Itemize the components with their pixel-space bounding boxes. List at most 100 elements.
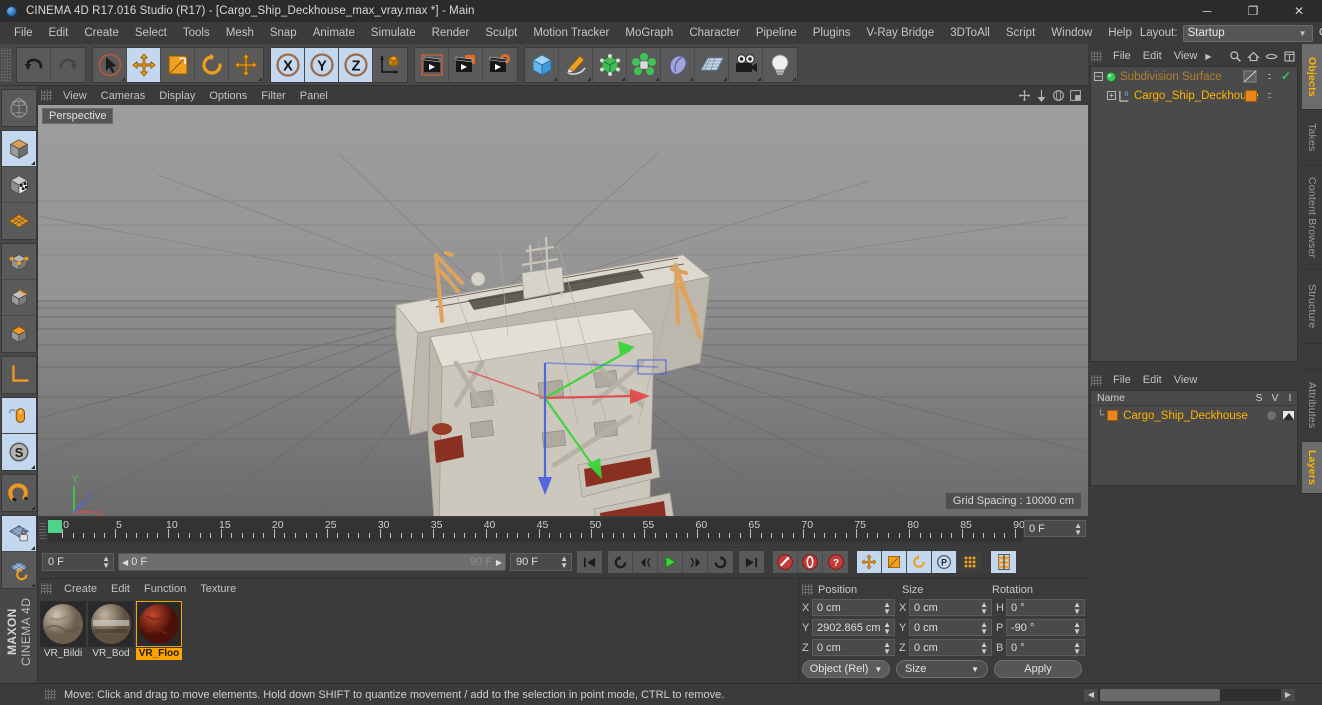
layers-menu-view[interactable]: View <box>1168 373 1204 387</box>
orbit-icon[interactable] <box>1052 89 1065 102</box>
layer-solo-toggle[interactable] <box>1263 411 1279 420</box>
menu-character[interactable]: Character <box>681 25 748 41</box>
play-forward-button[interactable] <box>658 551 683 573</box>
viewport-menu-filter[interactable]: Filter <box>254 89 292 103</box>
scroll-left-button[interactable]: ◀ <box>1084 688 1098 701</box>
light-button[interactable] <box>763 47 797 82</box>
visibility-dots-icon[interactable] <box>1243 70 1257 86</box>
viewport-menu-cameras[interactable]: Cameras <box>94 89 153 103</box>
rotation-p-field[interactable]: -90 ° ▲ ▼ <box>1006 619 1085 636</box>
object-menu-more-icon[interactable]: ▶ <box>1203 51 1217 62</box>
render-picture-viewer-button[interactable] <box>449 47 483 82</box>
maximize-button[interactable]: ❐ <box>1230 0 1276 22</box>
menu-sculpt[interactable]: Sculpt <box>477 25 525 41</box>
cube-primitive-button[interactable] <box>525 47 559 82</box>
end-frame-field[interactable]: 90 F ▲ ▼ <box>510 553 572 571</box>
fit-icon[interactable] <box>1283 50 1296 63</box>
magnet-button[interactable] <box>1 475 36 511</box>
spinner-icon[interactable]: ▲ ▼ <box>980 600 988 615</box>
scale-tool-button[interactable] <box>161 47 195 82</box>
material-manager-grip[interactable] <box>41 583 52 594</box>
menu-render[interactable]: Render <box>424 25 478 41</box>
material-list[interactable]: VR_Bildi VR_Bod VR_Floo <box>38 598 794 682</box>
spinner-icon[interactable]: ▲ ▼ <box>883 600 891 615</box>
point-level-animation-button[interactable] <box>957 551 982 573</box>
material-item[interactable]: VR_Floo <box>136 601 182 679</box>
material-item[interactable]: VR_Bildi <box>40 601 86 679</box>
status-bar-grip[interactable] <box>45 689 56 700</box>
timeline-editor-button[interactable] <box>991 551 1016 573</box>
parameter-key-button[interactable]: P <box>932 551 957 573</box>
layers-menu-edit[interactable]: Edit <box>1137 373 1168 387</box>
material-menu-edit[interactable]: Edit <box>104 582 137 596</box>
object-menu-view[interactable]: View <box>1168 49 1204 63</box>
tab-layers[interactable]: Layers <box>1302 442 1322 494</box>
polygon-component-button[interactable] <box>1 316 36 352</box>
viewport-menu-options[interactable]: Options <box>202 89 254 103</box>
lock-workplane-button[interactable] <box>1 516 36 552</box>
make-editable-button[interactable] <box>1 90 36 126</box>
redo-button[interactable] <box>51 47 85 82</box>
layer-view-toggle[interactable] <box>1279 410 1297 421</box>
position-y-field[interactable]: 2902.865 cm ▲ ▼ <box>812 619 895 636</box>
maximize-viewport-icon[interactable] <box>1069 89 1082 102</box>
menu-animate[interactable]: Animate <box>305 25 363 41</box>
menu-snap[interactable]: Snap <box>262 25 305 41</box>
search-icon[interactable] <box>1318 26 1322 40</box>
expand-toggle-icon[interactable]: ─ <box>1094 72 1103 81</box>
viewport-canvas[interactable]: Perspective Y X Z Grid Spacing : 10000 c… <box>38 105 1088 516</box>
modeling-objects-button[interactable] <box>627 47 661 82</box>
menu-pipeline[interactable]: Pipeline <box>748 25 805 41</box>
lock-z-axis-button[interactable]: Z <box>339 47 373 82</box>
coordinates-grip[interactable] <box>802 584 813 595</box>
material-tag-icon[interactable] <box>1245 90 1257 102</box>
spinner-icon[interactable]: ▲ ▼ <box>883 620 891 635</box>
size-y-field[interactable]: 0 cm ▲ ▼ <box>909 619 992 636</box>
previous-frame-button[interactable] <box>633 551 658 573</box>
tab-structure[interactable]: Structure <box>1302 270 1322 344</box>
tab-content-browser[interactable]: Content Browser <box>1302 166 1322 270</box>
material-swatch[interactable] <box>40 601 86 647</box>
material-menu-create[interactable]: Create <box>57 582 104 596</box>
viewport-solo-button[interactable] <box>1 398 36 434</box>
loop-mode-button[interactable] <box>708 551 733 573</box>
close-button[interactable]: ✕ <box>1276 0 1322 22</box>
edge-mode-button[interactable] <box>1 280 36 316</box>
spinner-icon[interactable]: ▲ ▼ <box>980 640 988 655</box>
current-frame-field[interactable]: 0 F ▲ ▼ <box>42 553 114 571</box>
viewport-menu-view[interactable]: View <box>56 89 94 103</box>
pan-icon[interactable] <box>1018 89 1031 102</box>
record-active-objects-button[interactable] <box>773 551 798 573</box>
viewport-menu-display[interactable]: Display <box>152 89 202 103</box>
material-menu-texture[interactable]: Texture <box>193 582 243 596</box>
menu-3dtoall[interactable]: 3DToAll <box>942 25 998 41</box>
size-z-field[interactable]: 0 cm ▲ ▼ <box>909 639 992 656</box>
layers-menu-file[interactable]: File <box>1107 373 1137 387</box>
layers-list[interactable]: Name S V I └ Cargo_Ship_Deckhouse <box>1090 390 1298 486</box>
material-menu-function[interactable]: Function <box>137 582 193 596</box>
timeline-scrub-bar[interactable]: ◀ 0 F 90 F ▶ <box>118 553 506 571</box>
menu-select[interactable]: Select <box>127 25 175 41</box>
polygon-mode-button[interactable] <box>1 203 36 239</box>
timeline-ruler[interactable]: 0 5 10 15 20 25 30 35 40 45 50 55 60 65 70 75 80 85 90 <box>48 518 1025 542</box>
tab-objects[interactable]: Objects <box>1302 44 1322 110</box>
current-time-marker[interactable] <box>48 520 62 533</box>
menu-motion-tracker[interactable]: Motion Tracker <box>525 25 617 41</box>
object-menu-file[interactable]: File <box>1107 49 1137 63</box>
object-tree[interactable]: ─ Subdivision Surface ✓ + 0 Cargo_Ship_D… <box>1090 66 1298 362</box>
timeline-grip[interactable] <box>39 521 46 539</box>
menu-tools[interactable]: Tools <box>175 25 218 41</box>
scale-key-button[interactable] <box>882 551 907 573</box>
model-mode-button[interactable] <box>1 131 36 167</box>
rotation-h-field[interactable]: 0 ° ▲ ▼ <box>1006 599 1085 616</box>
object-manager-grip[interactable] <box>1091 50 1102 62</box>
timeline-frame-field[interactable]: 0 F ▲ ▼ <box>1024 520 1086 537</box>
spinner-icon[interactable]: ▲ ▼ <box>1073 640 1081 655</box>
object-menu-edit[interactable]: Edit <box>1137 49 1168 63</box>
material-swatch[interactable] <box>136 601 182 647</box>
size-mode-dropdown[interactable]: Size ▼ <box>896 660 988 678</box>
position-z-field[interactable]: 0 cm ▲ ▼ <box>812 639 895 656</box>
spinner-icon[interactable]: ▲ ▼ <box>883 640 891 655</box>
rotation-key-button[interactable] <box>907 551 932 573</box>
move-tool-button[interactable] <box>127 47 161 82</box>
